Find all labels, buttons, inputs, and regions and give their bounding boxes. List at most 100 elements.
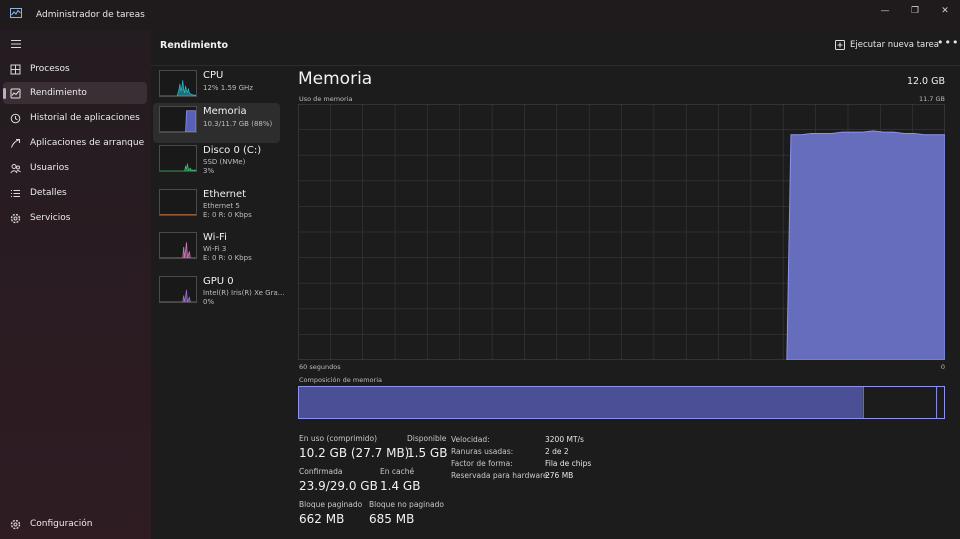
- in-use-value: 10.2 GB (27.7 MB): [299, 446, 410, 460]
- users-icon: [10, 163, 21, 173]
- device-detail: Ethernet 5: [203, 202, 240, 210]
- details-icon: [11, 189, 20, 197]
- cpu-thumbnail-graph: [159, 70, 197, 97]
- history-icon: [10, 113, 21, 123]
- device-detail: 10.3/11.7 GB (88%): [203, 120, 273, 128]
- hamburger-menu-icon[interactable]: [10, 39, 22, 49]
- more-options-button[interactable]: •••: [937, 36, 959, 49]
- device-name: Disco 0 (C:): [203, 145, 262, 156]
- composition-in-use: [299, 387, 863, 418]
- header-divider: [151, 65, 960, 66]
- sidebar-item-label: Usuarios: [30, 163, 69, 173]
- device-detail: 12% 1.59 GHz: [203, 84, 253, 92]
- nonpaged-pool-label: Bloque no paginado: [369, 500, 444, 509]
- speed-value: 3200 MT/s: [545, 435, 584, 444]
- sidebar-item-procesos[interactable]: Procesos: [3, 58, 147, 80]
- window-title: Administrador de tareas: [36, 10, 145, 20]
- content-area: Rendimiento Ejecutar nueva tarea ••• CPU…: [151, 30, 960, 539]
- sidebar-item-label: Rendimiento: [30, 88, 87, 98]
- page-title: Rendimiento: [160, 40, 229, 51]
- memory-thumbnail-graph: [159, 106, 197, 133]
- device-detail: E: 0 R: 0 Kbps: [203, 254, 252, 262]
- window-controls: — ❐ ✕: [870, 0, 960, 22]
- device-name: Memoria: [203, 106, 247, 117]
- memory-composition-bar: [298, 386, 945, 419]
- gear-icon: [10, 519, 21, 529]
- disk-thumbnail-graph: [159, 145, 197, 172]
- run-new-task-button[interactable]: Ejecutar nueva tarea: [835, 38, 939, 52]
- ethernet-thumbnail-graph: [159, 189, 197, 216]
- in-use-label: En uso (comprimido): [299, 434, 378, 443]
- memory-usage-label: Uso de memoria: [299, 95, 353, 103]
- sidebar-item-arranque[interactable]: Aplicaciones de arranque: [3, 132, 147, 154]
- committed-label: Confirmada: [299, 467, 343, 476]
- hardware-reserved-value: 276 MB: [545, 471, 574, 480]
- wifi-thumbnail-graph: [159, 232, 197, 259]
- memory-usage-graph: [298, 104, 945, 360]
- cached-value: 1.4 GB: [380, 479, 421, 493]
- memory-usage-area: [786, 130, 945, 360]
- sidebar-item-label: Aplicaciones de arranque: [30, 138, 145, 148]
- paged-pool-value: 662 MB: [299, 512, 345, 526]
- device-gpu[interactable]: GPU 0 Intel(R) Iris(R) Xe Gra... 0%: [153, 273, 284, 313]
- hardware-reserved-label: Reservada para hardware:: [451, 471, 551, 480]
- minimize-button[interactable]: —: [870, 0, 900, 22]
- close-button[interactable]: ✕: [930, 0, 960, 22]
- device-name: Ethernet: [203, 189, 247, 200]
- maximize-button[interactable]: ❐: [900, 0, 930, 22]
- device-detail: E: 0 R: 0 Kbps: [203, 211, 252, 219]
- content-header: Rendimiento Ejecutar nueva tarea •••: [151, 30, 960, 60]
- device-name: GPU 0: [203, 276, 234, 287]
- sidebar-item-detalles[interactable]: Detalles: [3, 182, 147, 204]
- time-axis-left-label: 60 segundos: [299, 363, 341, 371]
- startup-icon: [11, 138, 20, 148]
- memory-composition-label: Composición de memoria: [299, 376, 382, 384]
- memory-usage-max: 11.7 GB: [918, 95, 945, 103]
- performance-icon: [10, 88, 21, 98]
- sidebar-item-label: Detalles: [30, 188, 67, 198]
- sidebar-item-label: Servicios: [30, 213, 71, 223]
- device-memoria[interactable]: Memoria 10.3/11.7 GB (88%): [153, 103, 280, 143]
- run-new-task-label: Ejecutar nueva tarea: [850, 40, 939, 50]
- device-disco[interactable]: Disco 0 (C:) SSD (NVMe) 3%: [153, 142, 280, 182]
- sidebar: Procesos Rendimiento Historial de aplica…: [0, 30, 151, 539]
- title-bar: Administrador de tareas — ❐ ✕: [0, 0, 960, 30]
- device-detail: SSD (NVMe): [203, 158, 246, 166]
- memory-total: 12.0 GB: [906, 76, 945, 87]
- form-factor-label: Factor de forma:: [451, 459, 513, 468]
- committed-value: 23.9/29.0 GB: [299, 479, 378, 493]
- memory-panel: Memoria 12.0 GB Uso de memoria 11.7 GB 6…: [298, 67, 948, 537]
- sidebar-item-rendimiento[interactable]: Rendimiento: [3, 82, 147, 104]
- device-detail: 0%: [203, 298, 215, 306]
- slots-value: 2 de 2: [545, 447, 569, 456]
- sidebar-item-usuarios[interactable]: Usuarios: [3, 157, 147, 179]
- slots-label: Ranuras usadas:: [451, 447, 514, 456]
- available-value: 1.5 GB: [407, 446, 448, 460]
- device-detail: Wi-Fi 3: [203, 245, 227, 253]
- device-name: CPU: [203, 70, 224, 81]
- device-detail: 3%: [203, 167, 215, 175]
- cached-label: En caché: [380, 467, 415, 476]
- services-icon: [10, 213, 21, 223]
- sidebar-item-configuracion[interactable]: Configuración: [3, 513, 147, 535]
- processes-icon: [10, 64, 21, 74]
- form-factor-value: Fila de chips: [545, 459, 592, 468]
- sidebar-item-historial[interactable]: Historial de aplicaciones: [3, 107, 147, 129]
- new-task-icon: [835, 40, 845, 50]
- time-axis-right-label: 0: [940, 363, 945, 371]
- device-ethernet[interactable]: Ethernet Ethernet 5 E: 0 R: 0 Kbps: [153, 186, 280, 226]
- device-cpu[interactable]: CPU 12% 1.59 GHz: [153, 67, 280, 107]
- memory-title: Memoria: [298, 69, 373, 89]
- device-name: Wi-Fi: [203, 232, 227, 243]
- device-detail: Intel(R) Iris(R) Xe Gra...: [203, 289, 285, 297]
- gpu-thumbnail-graph: [159, 276, 197, 303]
- sidebar-item-label: Configuración: [30, 519, 93, 529]
- task-manager-app-icon: [10, 8, 22, 18]
- nonpaged-pool-value: 685 MB: [369, 512, 415, 526]
- available-label: Disponible: [407, 434, 447, 443]
- sidebar-item-servicios[interactable]: Servicios: [3, 207, 147, 229]
- device-wifi[interactable]: Wi-Fi Wi-Fi 3 E: 0 R: 0 Kbps: [153, 229, 280, 269]
- paged-pool-label: Bloque paginado: [299, 500, 363, 509]
- speed-label: Velocidad:: [451, 435, 490, 444]
- sidebar-item-label: Procesos: [30, 64, 70, 74]
